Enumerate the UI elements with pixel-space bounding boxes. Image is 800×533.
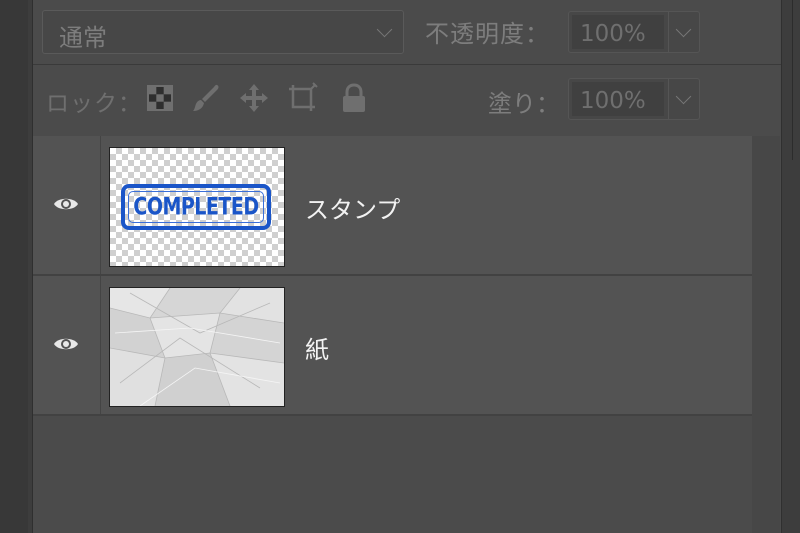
opacity-label: 不透明度：	[425, 20, 550, 48]
lock-position-icon[interactable]	[238, 82, 270, 114]
lock-transparent-pixels-icon[interactable]	[144, 82, 176, 114]
completed-stamp-image: COMPLETED	[121, 184, 271, 230]
layers-scrollbar[interactable]	[752, 136, 780, 533]
lock-image-pixels-icon[interactable]	[190, 82, 222, 114]
lock-artboard-icon[interactable]	[286, 82, 318, 114]
eye-icon[interactable]	[53, 194, 79, 214]
divider	[668, 12, 669, 52]
opacity-field[interactable]: 100%	[568, 11, 700, 53]
right-panel-edge	[781, 0, 800, 533]
eye-icon[interactable]	[53, 334, 79, 354]
fill-input[interactable]: 100%	[572, 82, 664, 116]
blend-mode-value: 通常	[59, 24, 107, 52]
left-panel-edge	[0, 0, 28, 533]
layer-thumbnail[interactable]	[109, 287, 285, 407]
blend-mode-dropdown[interactable]: 通常	[42, 10, 404, 54]
fill-label: 塗り：	[488, 90, 560, 118]
layer-thumbnail[interactable]: COMPLETED	[109, 147, 285, 267]
visibility-column	[33, 276, 101, 414]
chevron-down-icon[interactable]	[675, 21, 692, 38]
divider	[33, 64, 781, 65]
layer-row-stamp[interactable]: COMPLETED スタンプ	[33, 136, 753, 276]
opacity-input[interactable]: 100%	[572, 15, 664, 49]
lock-label: ロック：	[46, 91, 142, 117]
chevron-down-icon[interactable]	[675, 88, 692, 105]
crumpled-paper-image	[110, 288, 284, 406]
fill-value: 100%	[580, 88, 646, 114]
visibility-column	[33, 136, 101, 274]
layer-name[interactable]: スタンプ	[305, 190, 400, 225]
opacity-value: 100%	[580, 21, 646, 47]
layer-list: COMPLETED スタンプ 紙	[33, 136, 753, 416]
divider	[792, 0, 793, 160]
layer-name[interactable]: 紙	[305, 330, 329, 365]
layer-row-paper[interactable]: 紙	[33, 276, 753, 416]
layers-panel-window: 通常 不透明度： 100% ロック： 塗り： 100% COMPLETED スタ…	[0, 0, 800, 533]
lock-all-icon[interactable]	[338, 82, 370, 114]
fill-field[interactable]: 100%	[568, 78, 700, 120]
divider	[668, 79, 669, 119]
layers-panel: 通常 不透明度： 100% ロック： 塗り： 100% COMPLETED スタ…	[32, 0, 781, 533]
chevron-down-icon	[376, 21, 393, 38]
stamp-text: COMPLETED	[133, 193, 259, 221]
layer-options-area: 通常 不透明度： 100% ロック： 塗り： 100%	[33, 0, 781, 136]
